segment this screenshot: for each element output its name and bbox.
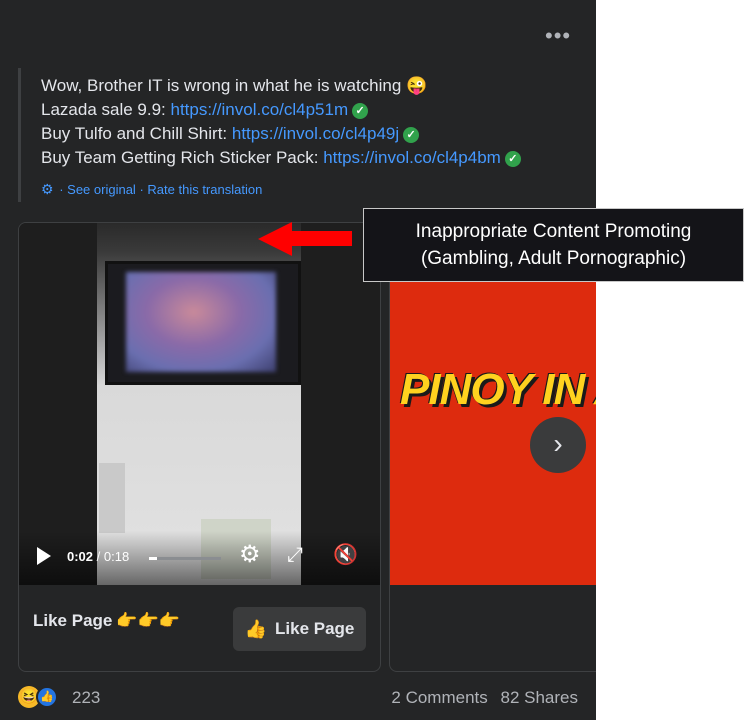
verified-check-icon: ✓ xyxy=(403,126,420,143)
caption-text: Like Page xyxy=(33,611,113,630)
gear-icon: ⚙ xyxy=(41,181,54,197)
progress-fill xyxy=(149,557,157,560)
see-original-link[interactable]: See original xyxy=(67,182,136,197)
monitor-image xyxy=(105,261,301,385)
separator: · xyxy=(139,182,144,197)
current-time: 0:02 xyxy=(67,549,94,564)
banner-text: PINOY IN A xyxy=(400,365,596,414)
annotation-line-2: (Gambling, Adult Pornographic) xyxy=(420,248,687,269)
post-text: Buy Team Getting Rich Sticker Pack: xyxy=(41,148,324,167)
post-footer: 😆 👍 223 2 Comments 82 Shares xyxy=(18,684,588,712)
comments-count[interactable]: 2 Comments xyxy=(391,688,487,707)
chevron-right-icon[interactable]: › xyxy=(530,417,586,473)
mute-icon[interactable]: 🔇 xyxy=(333,545,358,565)
translation-quote-bar xyxy=(18,68,21,202)
wall-poster xyxy=(99,463,125,533)
rate-translation-link[interactable]: Rate this translation xyxy=(147,182,262,197)
card-caption: Like Page 👉👉👉 xyxy=(33,611,180,631)
like-reaction-icon: 👍 xyxy=(36,686,58,708)
translation-links: ⚙ · See original · Rate this translation xyxy=(41,181,262,198)
post-line-1: Wow, Brother IT is wrong in what he is w… xyxy=(41,76,427,96)
video-controls: 0:02 / 0:18 ⚙ ⤢ 🔇 xyxy=(19,531,380,585)
red-arrow-shaft xyxy=(290,231,352,246)
carousel-card-video: 0:02 / 0:18 ⚙ ⤢ 🔇 Like Page 👉👉👉 👍 Like Pa… xyxy=(18,222,381,672)
separator: · xyxy=(59,182,64,197)
annotation-callout: Inappropriate Content Promoting (Gamblin… xyxy=(363,208,744,282)
post-stats: 2 Comments 82 Shares xyxy=(391,688,578,708)
play-icon[interactable] xyxy=(37,547,51,565)
fullscreen-icon[interactable]: ⤢ xyxy=(287,545,303,565)
like-page-button[interactable]: 👍 Like Page xyxy=(233,607,366,651)
like-page-label: Like Page xyxy=(275,619,355,638)
post-line-3: Buy Tulfo and Chill Shirt: https://invol… xyxy=(41,124,420,144)
duration: / 0:18 xyxy=(96,549,130,564)
post-line-4: Buy Team Getting Rich Sticker Pack: http… xyxy=(41,148,521,168)
settings-gear-icon[interactable]: ⚙ xyxy=(239,543,261,567)
post-text: Lazada sale 9.9: xyxy=(41,100,171,119)
post-line-2: Lazada sale 9.9: https://invol.co/cl4p51… xyxy=(41,100,369,120)
promo-link[interactable]: https://invol.co/cl4p49j xyxy=(232,124,399,143)
annotation-line-1: Inappropriate Content Promoting xyxy=(415,221,692,242)
video-time: 0:02 / 0:18 xyxy=(67,549,129,564)
pointing-hands-emoji: 👉👉👉 xyxy=(116,611,180,630)
facebook-post: ••• Wow, Brother IT is wrong in what he … xyxy=(0,0,596,720)
video-player[interactable]: 0:02 / 0:18 ⚙ ⤢ 🔇 xyxy=(19,223,380,585)
reaction-count[interactable]: 223 xyxy=(72,688,100,708)
red-arrow-head xyxy=(258,222,292,256)
shares-count[interactable]: 82 Shares xyxy=(501,688,579,707)
thumbs-up-icon: 👍 xyxy=(244,618,268,639)
verified-check-icon: ✓ xyxy=(504,150,521,167)
post-text: Wow, Brother IT is wrong in what he is w… xyxy=(41,76,428,95)
progress-bar[interactable] xyxy=(149,557,221,560)
post-text: Buy Tulfo and Chill Shirt: xyxy=(41,124,232,143)
promo-link[interactable]: https://invol.co/cl4p4bm xyxy=(323,148,501,167)
more-options-icon[interactable]: ••• xyxy=(545,25,571,47)
promo-link[interactable]: https://invol.co/cl4p51m xyxy=(170,100,348,119)
blurred-screen xyxy=(126,272,276,372)
carousel-card-2: PINOY IN A › xyxy=(389,222,596,672)
verified-check-icon: ✓ xyxy=(352,102,369,119)
